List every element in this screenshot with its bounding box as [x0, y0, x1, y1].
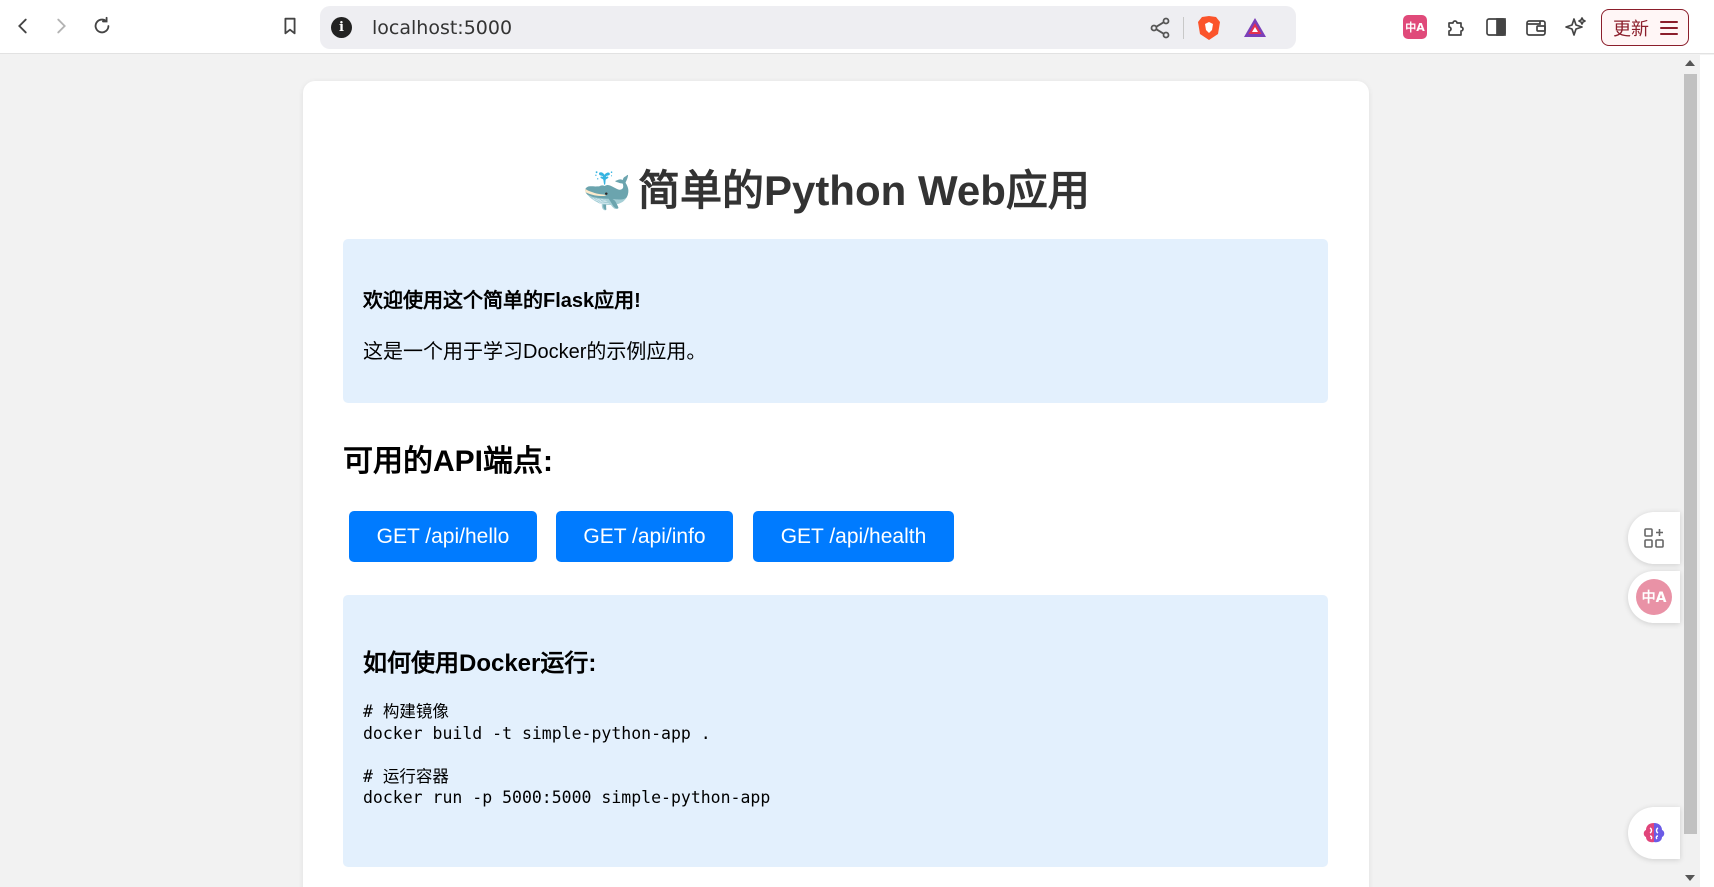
api-info-button[interactable]: GET /api/info [556, 511, 733, 562]
page-scrollbar[interactable] [1680, 55, 1700, 887]
page-viewport: 🐳 简单的Python Web应用 欢迎使用这个简单的Flask应用! 这是一个用… [0, 55, 1680, 887]
extensions-puzzle-icon[interactable] [1442, 13, 1470, 41]
update-menu-button[interactable]: 更新 [1601, 9, 1689, 46]
main-container: 🐳 简单的Python Web应用 欢迎使用这个简单的Flask应用! 这是一个用… [303, 81, 1369, 887]
share-icon[interactable] [1148, 16, 1172, 40]
forward-icon[interactable] [46, 11, 76, 41]
leo-ai-icon[interactable] [1562, 13, 1590, 41]
code-line: # 运行容器 [363, 766, 449, 786]
apps-grid-icon [1644, 528, 1664, 548]
menu-icon [1660, 21, 1678, 35]
page-title-text: 简单的Python Web应用 [637, 167, 1090, 214]
welcome-heading: 欢迎使用这个简单的Flask应用! [363, 290, 641, 312]
translate-extension-icon[interactable]: 中A [1403, 15, 1427, 39]
wallet-icon[interactable] [1522, 13, 1550, 41]
brave-shields-icon[interactable] [1196, 14, 1222, 42]
floating-translate-button[interactable]: 中A [1628, 571, 1680, 623]
api-hello-button[interactable]: GET /api/hello [349, 511, 537, 562]
docker-instructions-box: 如何使用Docker运行: # 构建镜像 docker build -t simp… [343, 595, 1328, 867]
back-icon[interactable] [8, 11, 38, 41]
floating-apps-button[interactable] [1628, 512, 1680, 564]
url-text[interactable]: localhost:5000 [372, 17, 512, 39]
docker-code-block: # 构建镜像 docker build -t simple-python-app … [363, 701, 770, 809]
floating-ai-button[interactable] [1628, 807, 1680, 859]
scroll-thumb[interactable] [1684, 74, 1697, 834]
page-title: 🐳 简单的Python Web应用 [303, 157, 1369, 218]
code-line: # 构建镜像 [363, 702, 449, 721]
docker-heading: 如何使用Docker运行: [363, 650, 597, 677]
update-label: 更新 [1613, 18, 1649, 40]
scroll-up-arrow-icon[interactable] [1685, 60, 1695, 66]
browser-toolbar: i localhost:5000 中A 更新 [0, 0, 1714, 54]
whale-icon: 🐳 [582, 170, 632, 214]
brain-icon [1643, 823, 1665, 843]
url-separator [1183, 17, 1184, 39]
api-health-button[interactable]: GET /api/health [753, 511, 954, 562]
translate-icon: 中A [1636, 579, 1672, 615]
bookmark-icon[interactable] [275, 11, 305, 41]
address-bar[interactable]: i localhost:5000 [320, 6, 1296, 49]
code-line: docker build -t simple-python-app . [363, 723, 711, 743]
brave-rewards-icon[interactable] [1242, 15, 1268, 41]
site-info-icon[interactable]: i [331, 17, 352, 38]
reload-icon[interactable] [87, 11, 117, 41]
window-edge [1700, 55, 1714, 887]
sidebar-toggle-icon[interactable] [1482, 13, 1510, 41]
welcome-text: 这是一个用于学习Docker的示例应用。 [363, 341, 707, 363]
welcome-box: 欢迎使用这个简单的Flask应用! 这是一个用于学习Docker的示例应用。 [343, 239, 1328, 403]
api-endpoints-heading: 可用的API端点: [343, 445, 553, 478]
scroll-down-arrow-icon[interactable] [1685, 875, 1695, 881]
code-line: docker run -p 5000:5000 simple-python-ap… [363, 788, 771, 807]
